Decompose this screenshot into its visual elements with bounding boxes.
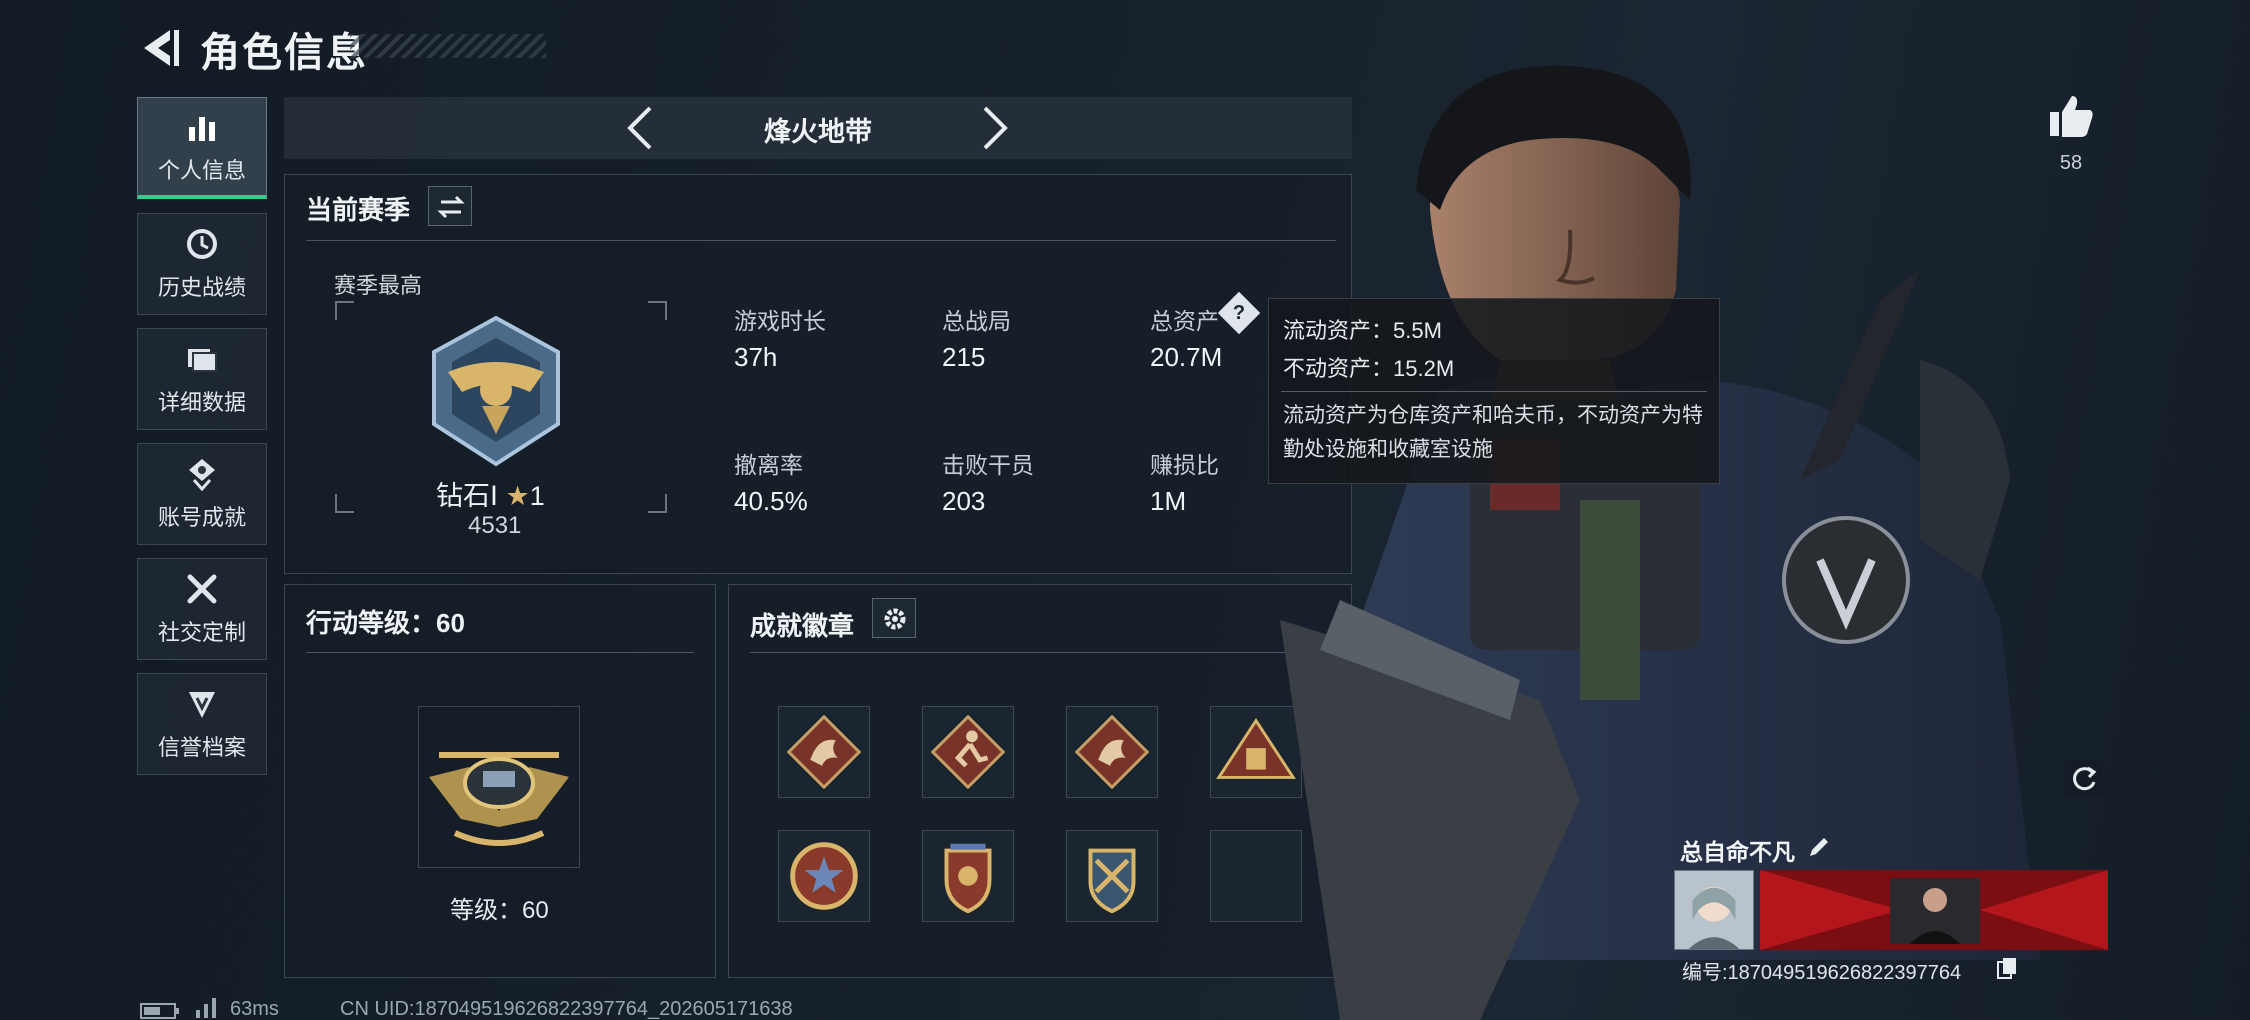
player-id: 编号:18704951962682239776​4 [1682, 962, 1962, 984]
badge-slot[interactable] [778, 830, 870, 922]
badges-title: 成就徽章 [750, 611, 855, 641]
stat-extract-label: 撤离率 [734, 452, 803, 478]
stat-play-time-value: 37h [734, 342, 778, 372]
helicopter-emblem-icon [429, 752, 569, 846]
player-name: 总自命不凡 [1680, 839, 1795, 865]
badge-slot[interactable] [778, 706, 870, 798]
tools-icon [187, 574, 217, 604]
like-count: 58 [2059, 152, 2083, 174]
stat-profit-label: 赚损比 [1150, 452, 1219, 478]
nav-label: 历史战绩 [157, 275, 246, 300]
shield-medal-icon [944, 843, 992, 914]
title-decoration [350, 34, 546, 58]
back-arrow-icon[interactable] [136, 26, 184, 70]
dragon-badge-icon [1074, 714, 1150, 790]
achievement-icon [189, 459, 215, 492]
nav-item-achievements[interactable]: 账号成就 [137, 443, 267, 545]
stat-kills-value: 203 [942, 486, 986, 516]
rank-name-text: 钻石Ⅰ [436, 481, 498, 511]
badge-settings-button[interactable] [872, 598, 916, 638]
tooltip-fixed-assets: 不动资产：15.2M [1283, 356, 1455, 381]
tooltip-divider [1281, 391, 1707, 392]
signal-icon [196, 998, 216, 1018]
nav-item-social[interactable]: 社交定制 [137, 558, 267, 660]
nav-label: 账号成就 [157, 505, 246, 530]
crossed-guns-medal-icon [1088, 848, 1136, 914]
nav-item-detail-data[interactable]: 详细数据 [137, 328, 267, 430]
divider [750, 652, 1330, 653]
nav-item-history[interactable]: 历史战绩 [137, 213, 267, 315]
mode-title: 烽火地带 [764, 117, 872, 147]
season-switch-button[interactable] [428, 186, 472, 226]
nav-label: 详细数据 [157, 390, 246, 415]
avatar[interactable] [1674, 870, 1754, 950]
season-best-label: 赛季最高 [334, 273, 423, 298]
nav-label: 社交定制 [157, 620, 246, 645]
badge-slot[interactable] [1066, 706, 1158, 798]
nav-label: 个人信息 [157, 157, 246, 183]
rank-stars: 1 [529, 481, 545, 511]
history-icon [187, 229, 217, 259]
divider [306, 240, 1336, 241]
reputation-icon [189, 692, 215, 718]
uid-text: CN UID:18704951962682239776​4_2026051716… [340, 998, 793, 1020]
level-emblem-frame [418, 706, 580, 868]
badge-slot[interactable] [922, 830, 1014, 922]
stat-extract-value: 40.5% [734, 486, 808, 516]
badge-slot[interactable] [922, 706, 1014, 798]
star-medal-icon [790, 842, 858, 910]
stat-kills-label: 击败干员 [942, 452, 1034, 478]
stat-assets-value: 20.7M [1150, 342, 1223, 372]
action-level-title: 行动等级：60 [306, 608, 465, 638]
battery-icon [140, 1003, 179, 1019]
help-icon[interactable]: ? [1217, 291, 1261, 335]
rank-score: 4531 [468, 512, 522, 539]
rank-name: 钻石Ⅰ ★1 [436, 474, 545, 513]
star-icon: ★ [505, 481, 530, 511]
dragon-badge-icon [786, 714, 862, 790]
assets-tooltip: 流动资产：5.5M 不动资产：15.2M 流动资产为仓库资产和哈夫币，不动资产为… [1268, 298, 1720, 484]
stat-play-time-label: 游戏时长 [734, 308, 826, 334]
nav-item-reputation[interactable]: 信誉档案 [137, 673, 267, 775]
stat-profit-value: 1M [1150, 486, 1187, 516]
ping-text: 63ms [230, 998, 279, 1020]
level-text: 等级：60 [450, 897, 549, 924]
tooltip-liquid-assets: 流动资产：5.5M [1283, 318, 1442, 343]
stat-matches-label: 总战局 [942, 308, 1011, 334]
pencil-icon[interactable] [1806, 834, 1832, 860]
page-title: 角色信息 [200, 31, 368, 75]
thumbs-up-icon[interactable] [2046, 92, 2096, 142]
chevron-right-icon[interactable] [975, 103, 1015, 153]
swap-icon [437, 195, 465, 219]
nav-label: 信誉档案 [157, 735, 246, 760]
stat-matches-value: 215 [942, 342, 986, 372]
tooltip-description: 流动资产为仓库资产和哈夫币，不动资产为特勤处设施和收藏室设施 [1283, 404, 1703, 461]
stat-assets-label: 总资产 [1150, 308, 1219, 334]
nav-item-personal-info[interactable]: 个人信息 [137, 97, 267, 199]
diamond-rank-emblem-icon [432, 315, 560, 467]
badge-slot[interactable] [1066, 830, 1158, 922]
copy-icon[interactable] [1996, 956, 2018, 980]
folder-icon [188, 349, 217, 372]
bar-chart-icon [189, 116, 215, 141]
name-card-banner [1760, 870, 2108, 950]
divider [306, 652, 694, 653]
season-title: 当前赛季 [306, 195, 411, 225]
chevron-left-icon[interactable] [620, 103, 660, 153]
runner-badge-icon [930, 714, 1006, 790]
gear-icon [884, 608, 906, 630]
rotate-icon[interactable] [2064, 758, 2104, 798]
